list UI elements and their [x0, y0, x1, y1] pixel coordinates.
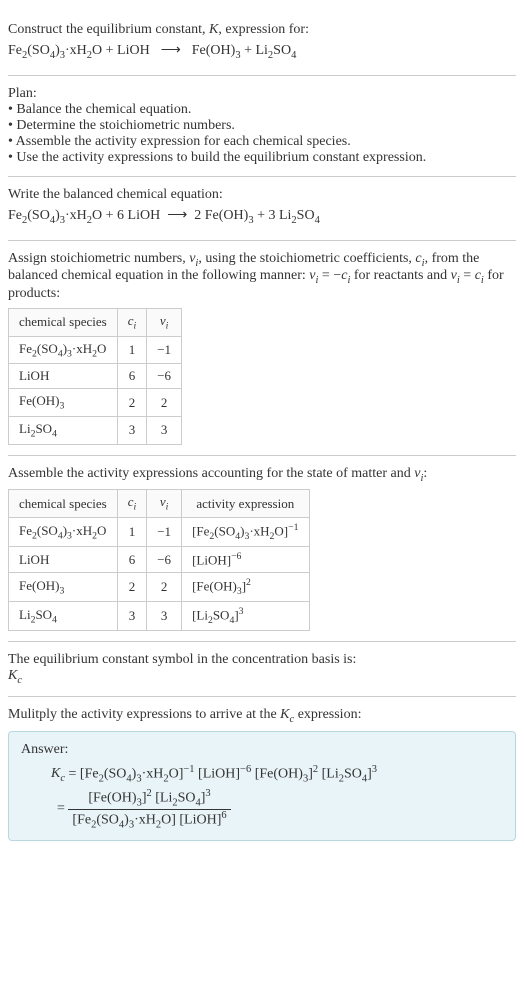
equals-sign: = [57, 801, 65, 816]
stoich-table: chemical species ci νi Fe2(SO4)3·xH2O 1 … [8, 308, 182, 444]
cell-ci: 6 [117, 364, 147, 389]
cell-activity: [Fe2(SO4)3·xH2O]−1 [182, 517, 309, 546]
col-species: chemical species [9, 490, 118, 518]
cell-vi: −6 [147, 546, 182, 572]
fraction-denominator: [Fe2(SO4)3·xH2O] [LiOH]6 [68, 810, 230, 830]
cell-species: Li2SO4 [9, 602, 118, 631]
table-row: Fe2(SO4)3·xH2O 1 −1 [9, 336, 182, 364]
cell-vi: 3 [147, 416, 182, 444]
cell-vi: 3 [147, 602, 182, 631]
section-balanced: Write the balanced chemical equation: Fe… [8, 177, 516, 241]
col-species: chemical species [9, 309, 118, 337]
cell-activity: [Fe(OH)3]2 [182, 573, 309, 602]
balanced-equation: Fe2(SO4)3·xH2O + 6 LiOH ⟶ 2 Fe(OH)3 + 3 … [8, 207, 516, 226]
cell-ci: 2 [117, 389, 147, 417]
cell-vi: −6 [147, 364, 182, 389]
cell-ci: 3 [117, 416, 147, 444]
col-vi: νi [147, 490, 182, 518]
answer-box: Answer: Kc = [Fe2(SO4)3·xH2O]−1 [LiOH]−6… [8, 731, 516, 841]
stoich-intro: Assign stoichiometric numbers, νi, using… [8, 251, 516, 303]
col-vi: νi [147, 309, 182, 337]
cell-ci: 3 [117, 602, 147, 631]
answer-line-2: = [Fe(OH)3]2 [Li2SO4]3 [Fe2(SO4)3·xH2O] … [57, 788, 503, 830]
section-multiply: Mulitply the activity expressions to arr… [8, 697, 516, 851]
table-row: LiOH 6 −6 [LiOH]−6 [9, 546, 310, 572]
section-plan: Plan: • Balance the chemical equation. •… [8, 76, 516, 177]
cell-vi: −1 [147, 336, 182, 364]
table-row: Fe(OH)3 2 2 [Fe(OH)3]2 [9, 573, 310, 602]
construct-title: Construct the equilibrium constant, K, e… [8, 22, 516, 38]
kc-symbol: Kc [8, 668, 516, 686]
fraction: [Fe(OH)3]2 [Li2SO4]3 [Fe2(SO4)3·xH2O] [L… [68, 788, 230, 830]
answer-label: Answer: [21, 742, 503, 758]
cell-ci: 1 [117, 517, 147, 546]
cell-vi: 2 [147, 573, 182, 602]
cell-species: Fe(OH)3 [9, 389, 118, 417]
arrow-icon: ⟶ [161, 42, 181, 59]
activity-intro: Assemble the activity expressions accoun… [8, 466, 516, 484]
table-row: Li2SO4 3 3 [9, 416, 182, 444]
col-ci: ci [117, 309, 147, 337]
cell-ci: 6 [117, 546, 147, 572]
cell-ci: 1 [117, 336, 147, 364]
kc-symbol-text: The equilibrium constant symbol in the c… [8, 652, 516, 668]
plan-bullet-4: • Use the activity expressions to build … [8, 150, 516, 166]
table-header-row: chemical species ci νi activity expressi… [9, 490, 310, 518]
activity-table: chemical species ci νi activity expressi… [8, 489, 310, 631]
cell-ci: 2 [117, 573, 147, 602]
table-header-row: chemical species ci νi [9, 309, 182, 337]
plan-bullet-1: • Balance the chemical equation. [8, 102, 516, 118]
construct-equation: Fe2(SO4)3·xH2O + LiOH ⟶ Fe(OH)3 + Li2SO4 [8, 42, 516, 61]
table-row: Fe2(SO4)3·xH2O 1 −1 [Fe2(SO4)3·xH2O]−1 [9, 517, 310, 546]
col-activity: activity expression [182, 490, 309, 518]
cell-species: Li2SO4 [9, 416, 118, 444]
fraction-numerator: [Fe(OH)3]2 [Li2SO4]3 [68, 788, 230, 809]
table-row: Li2SO4 3 3 [Li2SO4]3 [9, 602, 310, 631]
table-row: LiOH 6 −6 [9, 364, 182, 389]
section-activity: Assemble the activity expressions accoun… [8, 456, 516, 642]
multiply-text: Mulitply the activity expressions to arr… [8, 707, 516, 725]
plan-bullet-2: • Determine the stoichiometric numbers. [8, 118, 516, 134]
plan-title: Plan: [8, 86, 516, 102]
col-ci: ci [117, 490, 147, 518]
cell-activity: [Li2SO4]3 [182, 602, 309, 631]
cell-species: LiOH [9, 546, 118, 572]
section-construct: Construct the equilibrium constant, K, e… [8, 8, 516, 76]
cell-species: Fe(OH)3 [9, 573, 118, 602]
cell-species: Fe2(SO4)3·xH2O [9, 336, 118, 364]
cell-vi: 2 [147, 389, 182, 417]
answer-line-1: Kc = [Fe2(SO4)3·xH2O]−1 [LiOH]−6 [Fe(OH)… [51, 764, 503, 784]
section-kc-symbol: The equilibrium constant symbol in the c… [8, 642, 516, 697]
cell-activity: [LiOH]−6 [182, 546, 309, 572]
cell-species: Fe2(SO4)3·xH2O [9, 517, 118, 546]
cell-species: LiOH [9, 364, 118, 389]
table-row: Fe(OH)3 2 2 [9, 389, 182, 417]
arrow-icon: ⟶ [167, 208, 187, 223]
balanced-title: Write the balanced chemical equation: [8, 187, 516, 203]
cell-vi: −1 [147, 517, 182, 546]
section-stoich: Assign stoichiometric numbers, νi, using… [8, 241, 516, 456]
plan-bullet-3: • Assemble the activity expression for e… [8, 134, 516, 150]
